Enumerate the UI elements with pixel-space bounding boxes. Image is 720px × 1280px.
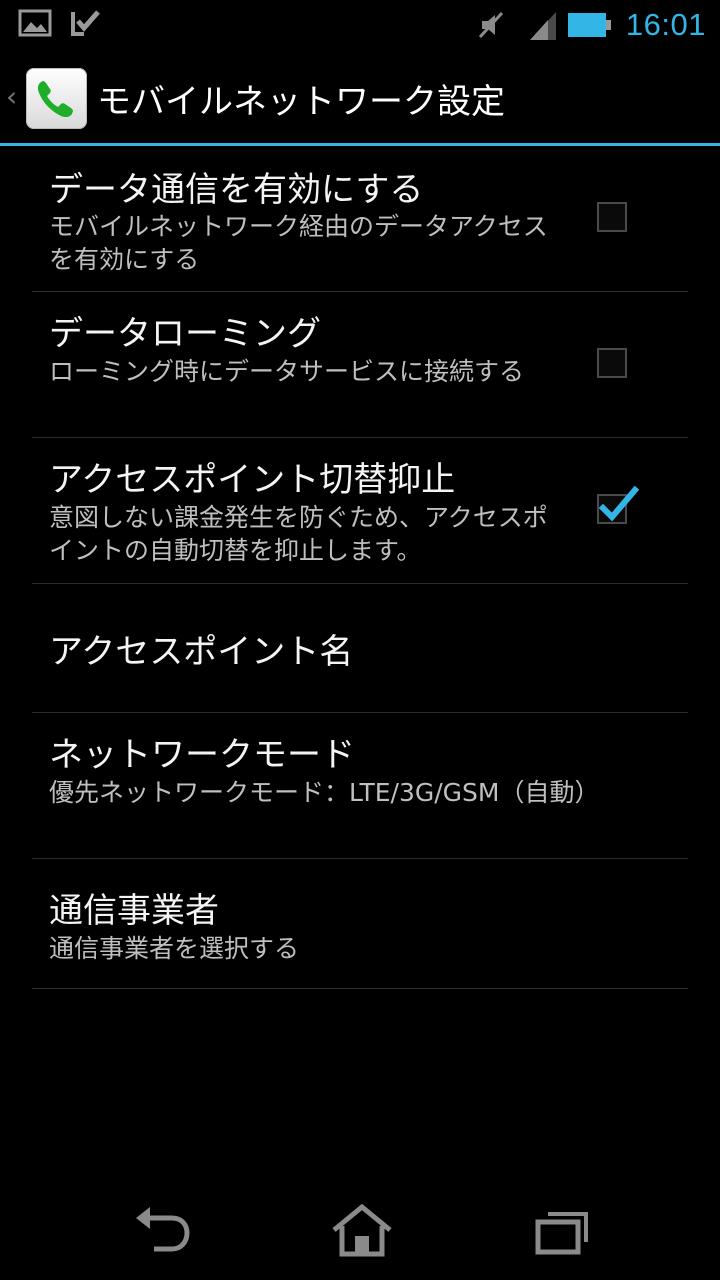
divider — [32, 988, 688, 989]
pref-item-network-mode[interactable]: ネットワークモード 優先ネットワークモード：LTE/3G/GSM（自動） — [0, 713, 720, 858]
recent-apps-icon — [535, 1212, 588, 1255]
pref-item-ap-switch-lock[interactable]: アクセスポイント切替抑止 意図しない課金発生を防ぐため、アクセスポイントの自動切… — [0, 438, 720, 583]
battery-icon — [568, 13, 612, 41]
pref-title: データローミング — [49, 314, 321, 354]
checkmark-icon — [598, 485, 640, 522]
pref-summary: モバイルネットワーク経由のデータアクセスを有効にする — [49, 212, 548, 274]
pref-title: ネットワークモード — [49, 735, 355, 775]
pref-summary: 優先ネットワークモード：LTE/3G/GSM（自動） — [49, 778, 600, 807]
pref-item-carrier[interactable]: 通信事業者 通信事業者を選択する — [0, 859, 720, 989]
pref-summary: 通信事業者を選択する — [49, 934, 300, 963]
pref-title: アクセスポイント名 — [49, 632, 354, 672]
gallery-icon — [18, 8, 52, 42]
signal-icon — [528, 10, 558, 46]
mute-icon — [476, 10, 506, 44]
pref-title: アクセスポイント切替抑止 — [49, 460, 456, 500]
pref-summary: ローミング時にデータサービスに接続する — [49, 357, 525, 386]
home-button[interactable] — [312, 1196, 408, 1268]
pref-title: データ通信を有効にする — [49, 170, 424, 210]
up-caret-icon[interactable]: ‹ — [6, 80, 17, 113]
recent-apps-button[interactable] — [512, 1196, 608, 1268]
back-button[interactable] — [112, 1196, 208, 1268]
back-icon — [136, 1207, 190, 1252]
pref-summary: 意図しない課金発生を防ぐため、アクセスポイントの自動切替を抑止します。 — [49, 503, 548, 565]
home-icon — [332, 1204, 392, 1257]
status-bar: 16:01 — [0, 0, 720, 50]
page-title: モバイルネットワーク設定 — [97, 82, 505, 122]
phone-icon[interactable] — [26, 68, 87, 129]
pref-item-data-enabled[interactable]: データ通信を有効にする モバイルネットワーク経由のデータアクセスを有効にする — [0, 146, 720, 291]
clock: 16:01 — [625, 7, 706, 42]
checkbox-data-roaming[interactable] — [597, 348, 627, 378]
pref-title: 通信事業者 — [49, 891, 219, 931]
task-check-icon — [70, 8, 102, 42]
pref-item-data-roaming[interactable]: データローミング ローミング時にデータサービスに接続する — [0, 292, 720, 437]
checkbox-data-enabled[interactable] — [597, 202, 627, 232]
pref-item-access-point-names[interactable]: アクセスポイント名 — [0, 584, 720, 712]
navigation-bar — [0, 1184, 720, 1280]
checkbox-ap-switch-lock[interactable] — [597, 485, 640, 524]
action-bar: ‹ モバイルネットワーク設定 — [0, 50, 720, 144]
